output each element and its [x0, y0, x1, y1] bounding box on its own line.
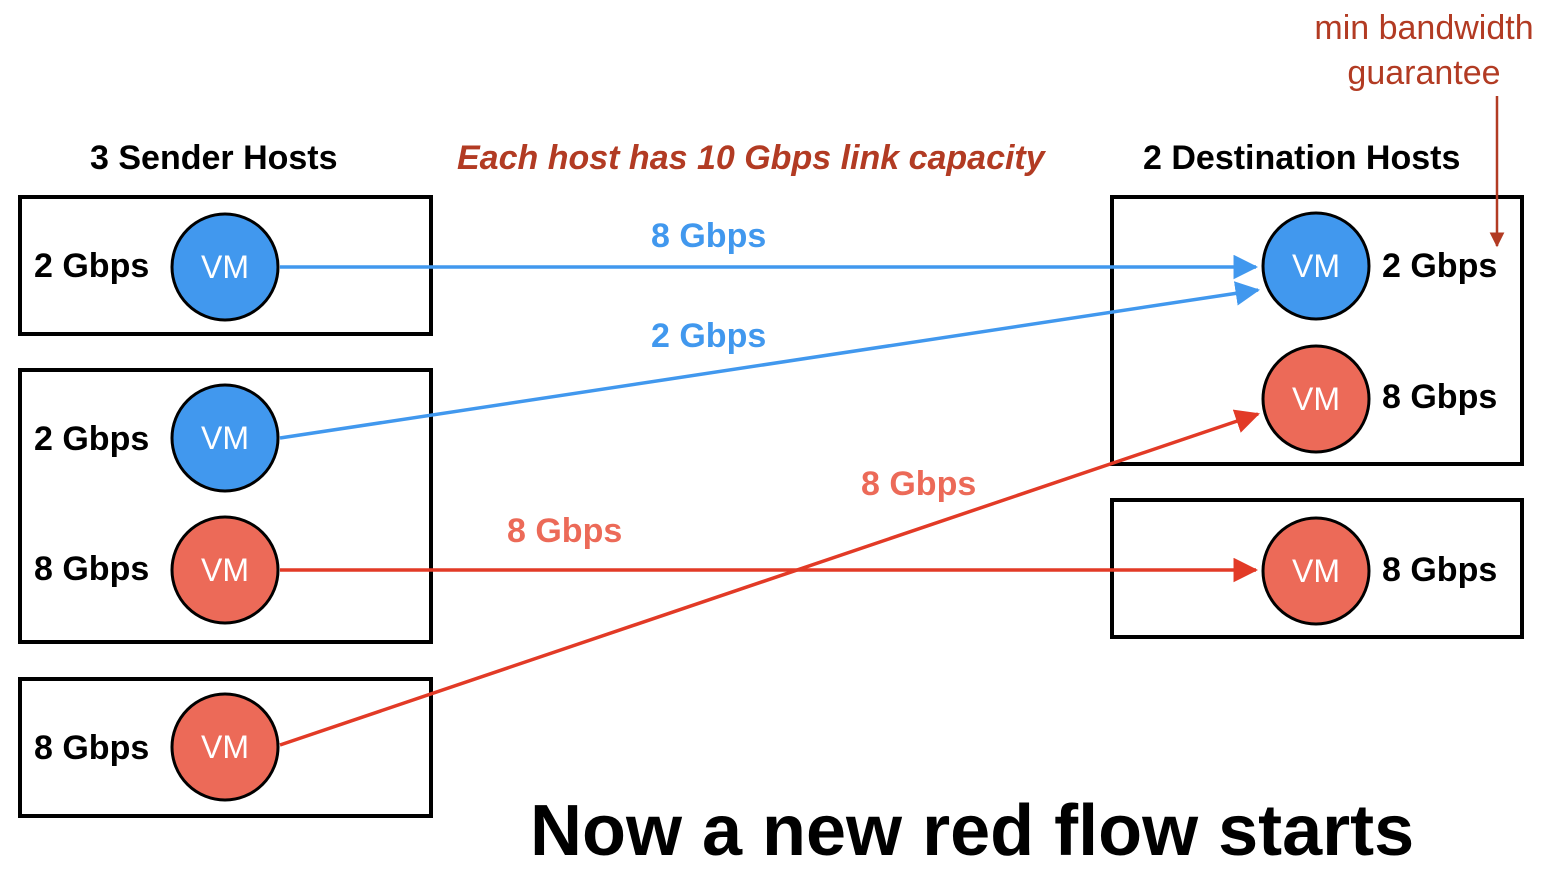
sender-2-vm-2: VM: [170, 515, 280, 625]
dest-1-vm-2-guarantee: 8 Gbps: [1382, 378, 1498, 416]
flow-rate-blue-1: 8 Gbps: [651, 217, 767, 255]
diagram-stage: VM VM VM VM VM VM VM min bandwidth guara…: [0, 0, 1554, 880]
sender-3-vm-1-guarantee: 8 Gbps: [34, 729, 150, 767]
capacity-note: Each host has 10 Gbps link capacity: [457, 139, 1045, 177]
vm-label: VM: [1292, 381, 1340, 417]
flow-rate-red-straight: 8 Gbps: [507, 512, 623, 550]
sender-3-vm-1: VM: [170, 692, 280, 802]
flow-rate-blue-2: 2 Gbps: [651, 317, 767, 355]
annotation-line-1: min bandwidth: [1314, 9, 1534, 47]
destinations-header: 2 Destination Hosts: [1143, 139, 1461, 177]
vm-label: VM: [201, 552, 249, 588]
vm-label: VM: [1292, 553, 1340, 589]
network-diagram: VM VM VM VM VM VM VM: [18, 96, 1524, 818]
senders-header: 3 Sender Hosts: [90, 139, 338, 177]
sender-2-vm-2-guarantee: 8 Gbps: [34, 550, 150, 588]
annotation-line-2: guarantee: [1347, 54, 1501, 92]
dest-2-vm-1: VM: [1261, 516, 1371, 626]
vm-label: VM: [201, 729, 249, 765]
dest-2-vm-1-guarantee: 8 Gbps: [1382, 551, 1498, 589]
vm-label: VM: [201, 420, 249, 456]
sender-1-vm-1: VM: [170, 212, 280, 322]
min-bandwidth-annotation: min bandwidth guarantee: [1296, 6, 1552, 96]
flow-rate-red-new: 8 Gbps: [861, 465, 977, 503]
vm-label: VM: [1292, 248, 1340, 284]
sender-2-vm-1-guarantee: 2 Gbps: [34, 420, 150, 458]
dest-1-vm-2: VM: [1261, 344, 1371, 454]
vm-label: VM: [201, 249, 249, 285]
dest-1-vm-1: VM: [1261, 211, 1371, 321]
sender-1-vm-1-guarantee: 2 Gbps: [34, 247, 150, 285]
sender-2-vm-1: VM: [170, 383, 280, 493]
caption: Now a new red flow starts: [530, 791, 1415, 871]
dest-1-vm-1-guarantee: 2 Gbps: [1382, 247, 1498, 285]
